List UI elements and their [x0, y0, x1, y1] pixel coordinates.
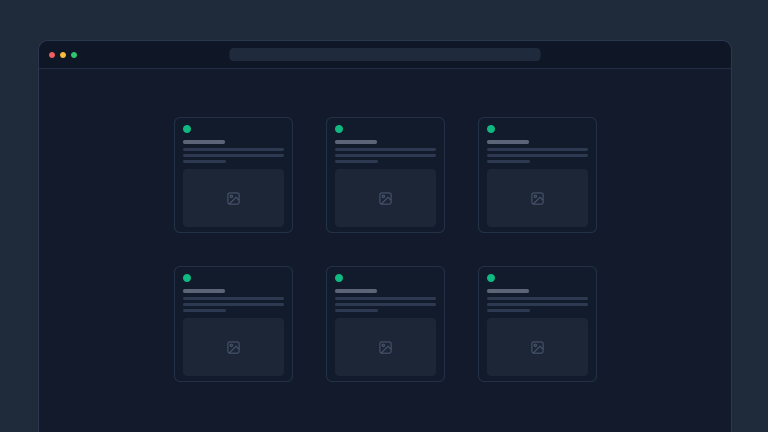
status-dot — [487, 274, 495, 282]
skeleton-title — [335, 140, 377, 144]
skeleton-line — [487, 309, 530, 312]
skeleton-line — [183, 297, 284, 300]
skeleton-line — [183, 148, 284, 151]
skeleton-title — [487, 289, 529, 293]
skeleton-line — [487, 160, 530, 163]
skeleton-title — [487, 140, 529, 144]
minimize-button[interactable] — [60, 52, 66, 58]
skeleton-line — [487, 303, 588, 306]
image-placeholder — [183, 318, 284, 376]
skeleton-line — [335, 154, 436, 157]
status-dot — [183, 274, 191, 282]
skeleton-line — [335, 309, 378, 312]
image-placeholder — [335, 169, 436, 227]
skeleton-line — [183, 154, 284, 157]
image-placeholder — [487, 169, 588, 227]
image-icon — [530, 340, 545, 355]
skeleton-title — [183, 289, 225, 293]
status-dot — [335, 125, 343, 133]
status-dot — [487, 125, 495, 133]
image-placeholder — [183, 169, 284, 227]
card[interactable] — [174, 117, 293, 233]
skeleton-line — [335, 148, 436, 151]
skeleton-line — [487, 297, 588, 300]
browser-content — [39, 69, 731, 382]
skeleton-title — [335, 289, 377, 293]
address-bar[interactable] — [230, 48, 541, 61]
skeleton-line — [183, 160, 226, 163]
skeleton-line — [335, 160, 378, 163]
card[interactable] — [326, 266, 445, 382]
card-grid — [174, 117, 597, 382]
card[interactable] — [478, 266, 597, 382]
skeleton-line — [183, 303, 284, 306]
skeleton-line — [183, 309, 226, 312]
image-icon — [530, 191, 545, 206]
status-dot — [335, 274, 343, 282]
skeleton-line — [335, 303, 436, 306]
skeleton-title — [183, 140, 225, 144]
image-icon — [378, 191, 393, 206]
image-icon — [378, 340, 393, 355]
page-background — [0, 0, 768, 432]
status-dot — [183, 125, 191, 133]
card[interactable] — [326, 117, 445, 233]
skeleton-line — [335, 297, 436, 300]
skeleton-line — [487, 154, 588, 157]
image-icon — [226, 191, 241, 206]
image-placeholder — [487, 318, 588, 376]
card[interactable] — [174, 266, 293, 382]
browser-window — [38, 40, 732, 432]
browser-titlebar — [39, 41, 731, 69]
image-placeholder — [335, 318, 436, 376]
close-button[interactable] — [49, 52, 55, 58]
traffic-lights — [49, 52, 77, 58]
card[interactable] — [478, 117, 597, 233]
zoom-button[interactable] — [71, 52, 77, 58]
skeleton-line — [487, 148, 588, 151]
image-icon — [226, 340, 241, 355]
